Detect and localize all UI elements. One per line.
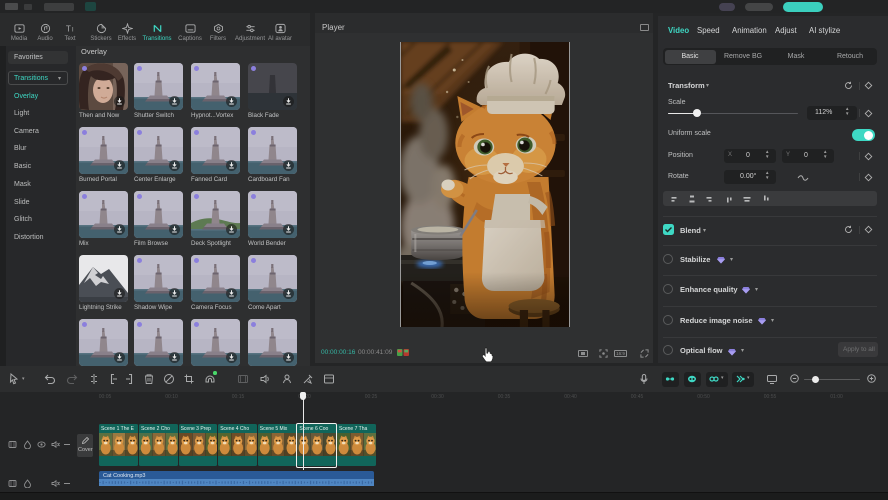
- svg-text:T: T: [65, 24, 70, 33]
- svg-text:I: I: [71, 26, 73, 33]
